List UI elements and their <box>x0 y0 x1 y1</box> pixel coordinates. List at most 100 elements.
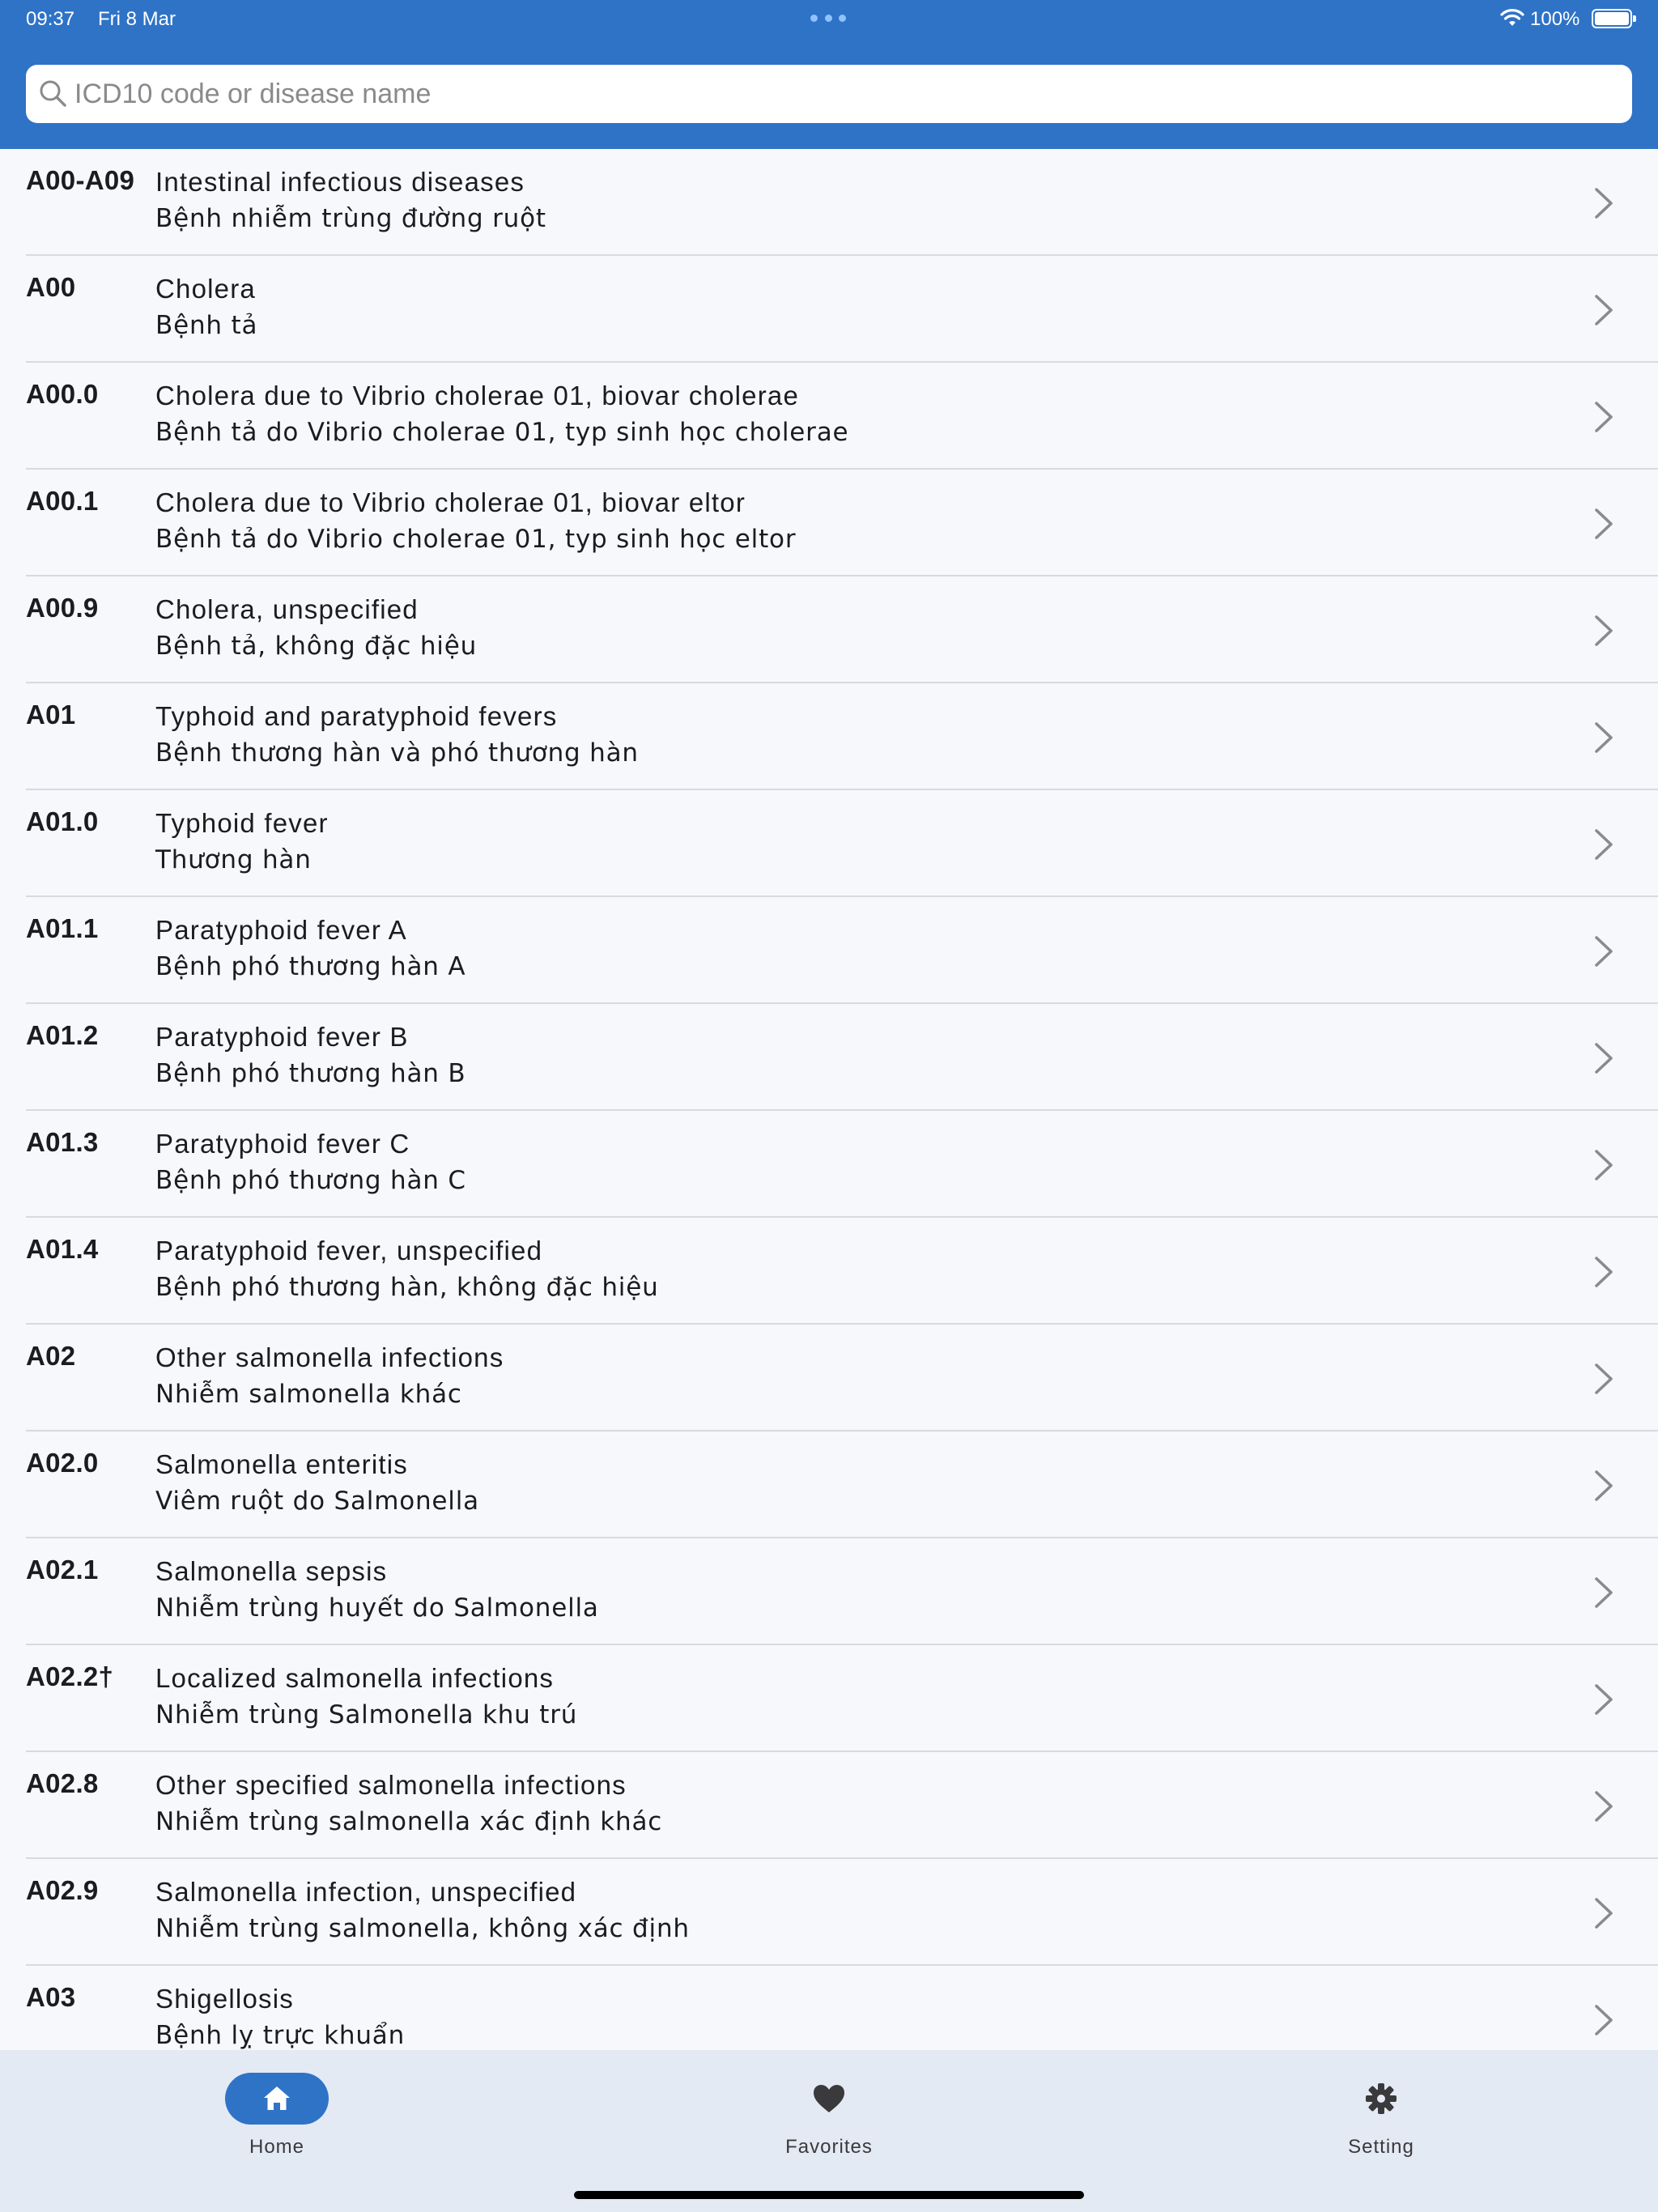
tab-setting[interactable]: Setting <box>1260 2073 1503 2170</box>
chevron-right-icon <box>1595 615 1613 646</box>
english-name: Shigellosis <box>155 1984 294 2014</box>
english-name: Paratyphoid fever B <box>155 1022 409 1052</box>
list-item[interactable]: A00.0 Cholera due to Vibrio cholerae 01,… <box>26 363 1658 470</box>
search-bar[interactable] <box>26 65 1632 123</box>
tab-favorites-label: Favorites <box>785 2136 873 2158</box>
tab-home-label: Home <box>249 2136 305 2158</box>
icd-code: A00.9 <box>26 593 99 623</box>
chevron-right-icon <box>1595 722 1613 753</box>
list-item[interactable]: A00-A09 Intestinal infectious diseases B… <box>26 149 1658 256</box>
tab-setting-label: Setting <box>1348 2136 1414 2158</box>
vietnamese-name: Nhiễm trùng salmonella xác định khác <box>155 1807 663 1836</box>
english-name: Salmonella sepsis <box>155 1556 388 1586</box>
list-item[interactable]: A03 Shigellosis Bệnh lỵ trực khuẩn <box>26 1966 1658 2050</box>
list-item[interactable]: A00 Cholera Bệnh tả <box>26 256 1658 363</box>
chevron-right-icon <box>1595 1363 1613 1394</box>
list-item[interactable]: A01.4 Paratyphoid fever, unspecified Bện… <box>26 1218 1658 1325</box>
vietnamese-name: Bệnh phó thương hàn, không đặc hiệu <box>155 1273 659 1302</box>
english-name: Other salmonella infections <box>155 1342 504 1372</box>
vietnamese-name: Bệnh nhiễm trùng đường ruột <box>155 204 546 233</box>
icd-code: A02.1 <box>26 1555 99 1585</box>
vietnamese-name: Viêm ruột do Salmonella <box>155 1487 479 1516</box>
icd-code: A02.8 <box>26 1768 99 1798</box>
english-name: Paratyphoid fever C <box>155 1129 410 1159</box>
english-name: Typhoid fever <box>155 808 329 838</box>
list-item[interactable]: A01.3 Paratyphoid fever C Bệnh phó thươn… <box>26 1111 1658 1218</box>
battery-icon <box>1592 9 1636 28</box>
list-item[interactable]: A02.2† Localized salmonella infections N… <box>26 1645 1658 1752</box>
list-item[interactable]: A02.9 Salmonella infection, unspecified … <box>26 1859 1658 1966</box>
english-name: Paratyphoid fever, unspecified <box>155 1236 543 1266</box>
search-icon <box>40 80 66 107</box>
english-name: Cholera due to Vibrio cholerae 01, biova… <box>155 381 800 410</box>
list-item[interactable]: A02 Other salmonella infections Nhiễm sa… <box>26 1325 1658 1431</box>
icd-code: A02.9 <box>26 1875 99 1905</box>
icd-code: A01.2 <box>26 1020 99 1050</box>
vietnamese-name: Bệnh tả <box>155 311 258 340</box>
icd-code: A01.1 <box>26 913 99 943</box>
chevron-right-icon <box>1595 1898 1613 1929</box>
icd-code: A01.4 <box>26 1234 99 1264</box>
chevron-right-icon <box>1595 402 1613 432</box>
english-name: Paratyphoid fever A <box>155 915 407 945</box>
chevron-right-icon <box>1595 1470 1613 1501</box>
list-item[interactable]: A01 Typhoid and paratyphoid fevers Bệnh … <box>26 683 1658 790</box>
chevron-right-icon <box>1595 1577 1613 1608</box>
english-name: Salmonella enteritis <box>155 1449 408 1479</box>
gear-icon <box>1366 2083 1397 2114</box>
chevron-right-icon <box>1595 508 1613 539</box>
vietnamese-name: Bệnh lỵ trực khuẩn <box>155 2021 406 2050</box>
list-item[interactable]: A02.1 Salmonella sepsis Nhiễm trùng huyế… <box>26 1538 1658 1645</box>
chevron-right-icon <box>1595 1257 1613 1287</box>
chevron-right-icon <box>1595 1043 1613 1074</box>
vietnamese-name: Nhiễm salmonella khác <box>155 1380 462 1409</box>
tab-bar: Home Favorites Setting <box>0 2050 1658 2212</box>
vietnamese-name: Bệnh tả do Vibrio cholerae 01, typ sinh … <box>155 418 849 447</box>
app-header: 09:37 Fri 8 Mar 100% <box>0 0 1658 149</box>
list-item[interactable]: A01.2 Paratyphoid fever B Bệnh phó thươn… <box>26 1004 1658 1111</box>
list-item[interactable]: A01.0 Typhoid fever Thương hàn <box>26 790 1658 897</box>
list-item[interactable]: A00.9 Cholera, unspecified Bệnh tả, khôn… <box>26 576 1658 683</box>
icd-code: A01.0 <box>26 806 99 836</box>
wifi-icon <box>1500 9 1524 26</box>
icd-code: A00.1 <box>26 486 99 516</box>
icd-code: A00-A09 <box>26 165 135 195</box>
list-item[interactable]: A00.1 Cholera due to Vibrio cholerae 01,… <box>26 470 1658 576</box>
battery-percentage: 100% <box>1530 8 1580 30</box>
icd-code: A03 <box>26 1982 76 2012</box>
icd-code: A02.2† <box>26 1661 114 1691</box>
multitasking-dots-icon[interactable] <box>810 15 846 23</box>
tab-favorites[interactable]: Favorites <box>708 2073 950 2170</box>
chevron-right-icon <box>1595 829 1613 860</box>
vietnamese-name: Bệnh tả, không đặc hiệu <box>155 632 478 661</box>
vietnamese-name: Thương hàn <box>155 845 312 874</box>
icd-code: A02.0 <box>26 1448 99 1478</box>
vietnamese-name: Bệnh phó thương hàn A <box>155 952 466 981</box>
list-item[interactable]: A01.1 Paratyphoid fever A Bệnh phó thươn… <box>26 897 1658 1004</box>
chevron-right-icon <box>1595 295 1613 325</box>
tab-home-indicator <box>225 2073 329 2125</box>
english-name: Salmonella infection, unspecified <box>155 1877 577 1907</box>
vietnamese-name: Bệnh thương hàn và phó thương hàn <box>155 738 639 768</box>
status-date: Fri 8 Mar <box>98 8 176 30</box>
english-name: Cholera, unspecified <box>155 594 419 624</box>
vietnamese-name: Bệnh tả do Vibrio cholerae 01, typ sinh … <box>155 525 797 554</box>
status-bar: 09:37 Fri 8 Mar 100% <box>0 0 1658 37</box>
status-time: 09:37 <box>26 8 75 30</box>
english-name: Cholera due to Vibrio cholerae 01, biova… <box>155 487 746 517</box>
chevron-right-icon <box>1595 1791 1613 1822</box>
search-input[interactable] <box>74 65 1613 123</box>
icd10-code-list: A00-A09 Intestinal infectious diseases B… <box>0 149 1658 2050</box>
icd-code: A00.0 <box>26 379 99 409</box>
chevron-right-icon <box>1595 2005 1613 2035</box>
list-item[interactable]: A02.0 Salmonella enteritis Viêm ruột do … <box>26 1431 1658 1538</box>
icd-code: A02 <box>26 1341 76 1371</box>
vietnamese-name: Nhiễm trùng huyết do Salmonella <box>155 1593 599 1623</box>
list-item[interactable]: A02.8 Other specified salmonella infecti… <box>26 1752 1658 1859</box>
vietnamese-name: Bệnh phó thương hàn C <box>155 1166 466 1195</box>
english-name: Localized salmonella infections <box>155 1663 555 1693</box>
chevron-right-icon <box>1595 1684 1613 1715</box>
tab-favorites-icon-wrap <box>777 2073 881 2125</box>
icd-code: A01 <box>26 700 76 730</box>
tab-home[interactable]: Home <box>155 2073 398 2170</box>
